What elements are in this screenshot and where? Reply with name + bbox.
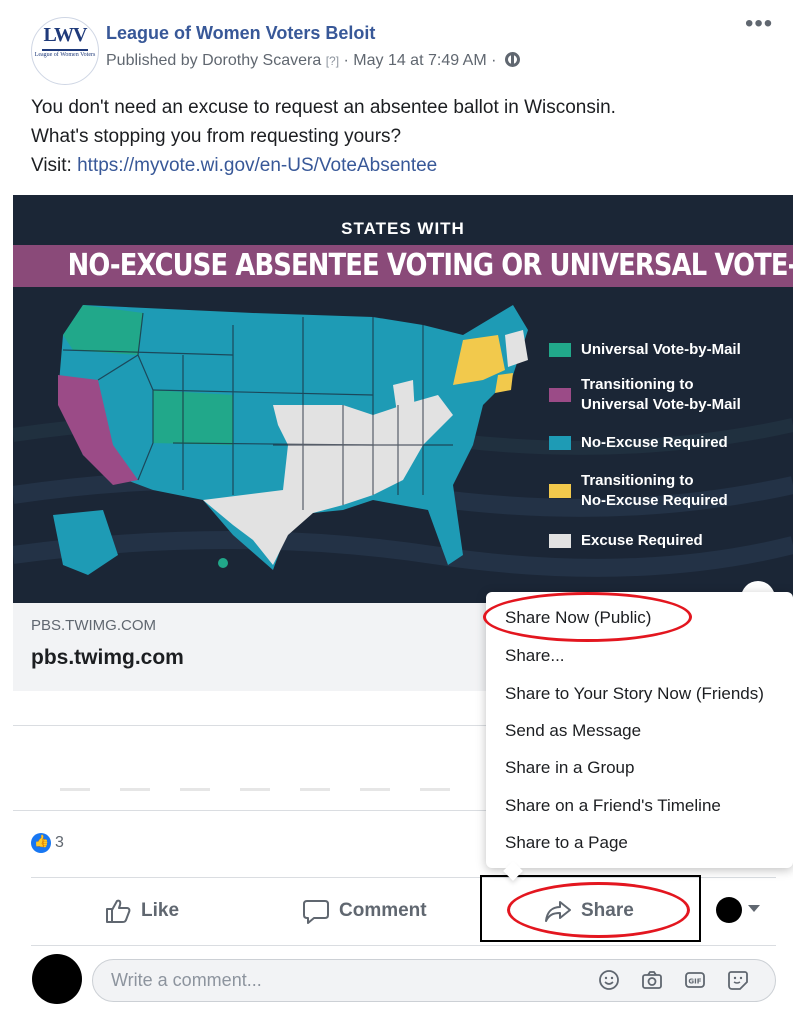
user-avatar: [32, 954, 82, 1004]
infographic-title: NO-EXCUSE ABSENTEE VOTING OR UNIVERSAL V…: [67, 248, 793, 283]
meta-separator: ·: [343, 52, 349, 69]
svg-text:GIF: GIF: [688, 978, 701, 986]
post-text-visit: Visit:: [31, 155, 78, 176]
link-preview-title[interactable]: pbs.twimg.com: [31, 646, 184, 670]
legend-swatch: [549, 436, 571, 450]
faded-content: [60, 788, 480, 791]
published-by: Published by Dorothy Scavera: [106, 52, 322, 69]
post-meta: Published by Dorothy Scavera [?] · May 1…: [106, 52, 520, 70]
reaction-summary[interactable]: 3: [31, 833, 64, 853]
menu-item-share[interactable]: Share...: [505, 646, 565, 666]
menu-item-share-friends-timeline[interactable]: Share on a Friend's Timeline: [505, 796, 721, 816]
share-red-annotation: [507, 882, 690, 938]
link-preview-domain: PBS.TWIMG.COM: [31, 617, 156, 634]
menu-item-send-as-message[interactable]: Send as Message: [505, 721, 641, 741]
legend-transitioning-no-excuse: Transitioning to No-Excuse Required: [549, 471, 728, 511]
comment-label: Comment: [339, 900, 427, 921]
more-options-icon[interactable]: •••: [745, 10, 773, 38]
logo-divider: [42, 49, 88, 51]
gif-icon[interactable]: GIF: [683, 968, 707, 992]
page-avatar-logo[interactable]: LWV League of Women Voters: [31, 17, 99, 85]
camera-icon[interactable]: [640, 968, 664, 992]
infographic-subtitle: STATES WITH: [341, 219, 465, 238]
like-button[interactable]: Like: [104, 895, 179, 927]
divider: [31, 945, 776, 946]
like-reaction-icon: [31, 833, 51, 853]
us-map: [53, 305, 528, 575]
menu-item-share-to-story[interactable]: Share to Your Story Now (Friends): [505, 684, 764, 704]
legend-swatch: [549, 388, 571, 402]
post-text-line2: What's stopping you from requesting your…: [31, 126, 402, 147]
sticker-icon[interactable]: [726, 968, 750, 992]
legend-transitioning-universal: Transitioning to Universal Vote-by-Mail: [549, 375, 741, 415]
like-label: Like: [141, 900, 180, 921]
post-link[interactable]: https://myvote.wi.gov/en-US/VoteAbsentee: [77, 155, 437, 176]
meta-separator-2: ·: [491, 52, 497, 69]
share-now-red-annotation: [483, 592, 692, 642]
reaction-avatar[interactable]: [716, 897, 742, 923]
legend-no-excuse: No-Excuse Required: [549, 433, 728, 453]
menu-item-share-in-group[interactable]: Share in a Group: [505, 758, 634, 778]
post-body: You don't need an excuse to request an a…: [31, 93, 771, 180]
legend-swatch: [549, 343, 571, 357]
legend-universal: Universal Vote-by-Mail: [549, 340, 741, 360]
comment-placeholder: Write a comment...: [111, 970, 262, 990]
comment-icon: [303, 900, 329, 924]
post-image[interactable]: STATES WITH NO-EXCUSE ABSENTEE VOTING OR…: [13, 195, 793, 603]
thumbs-up-icon: [106, 899, 131, 923]
logo-text: LWV: [43, 24, 88, 46]
post-text-line1: You don't need an excuse to request an a…: [31, 97, 616, 118]
legend-swatch: [549, 484, 571, 498]
post-date-link[interactable]: May 14 at 7:49 AM: [353, 52, 486, 69]
globe-icon: [504, 52, 520, 67]
emoji-icon[interactable]: [597, 968, 621, 992]
chevron-down-icon[interactable]: [748, 905, 760, 912]
help-marker[interactable]: [?]: [326, 54, 339, 68]
page-name-link[interactable]: League of Women Voters Beloit: [106, 23, 375, 44]
comment-button[interactable]: Comment: [302, 895, 427, 927]
logo-subtext: League of Women Voters: [34, 52, 96, 58]
legend-excuse-required: Excuse Required: [549, 531, 703, 551]
reaction-count: 3: [55, 834, 64, 851]
legend-swatch: [549, 534, 571, 548]
menu-item-share-to-page[interactable]: Share to a Page: [505, 833, 628, 853]
